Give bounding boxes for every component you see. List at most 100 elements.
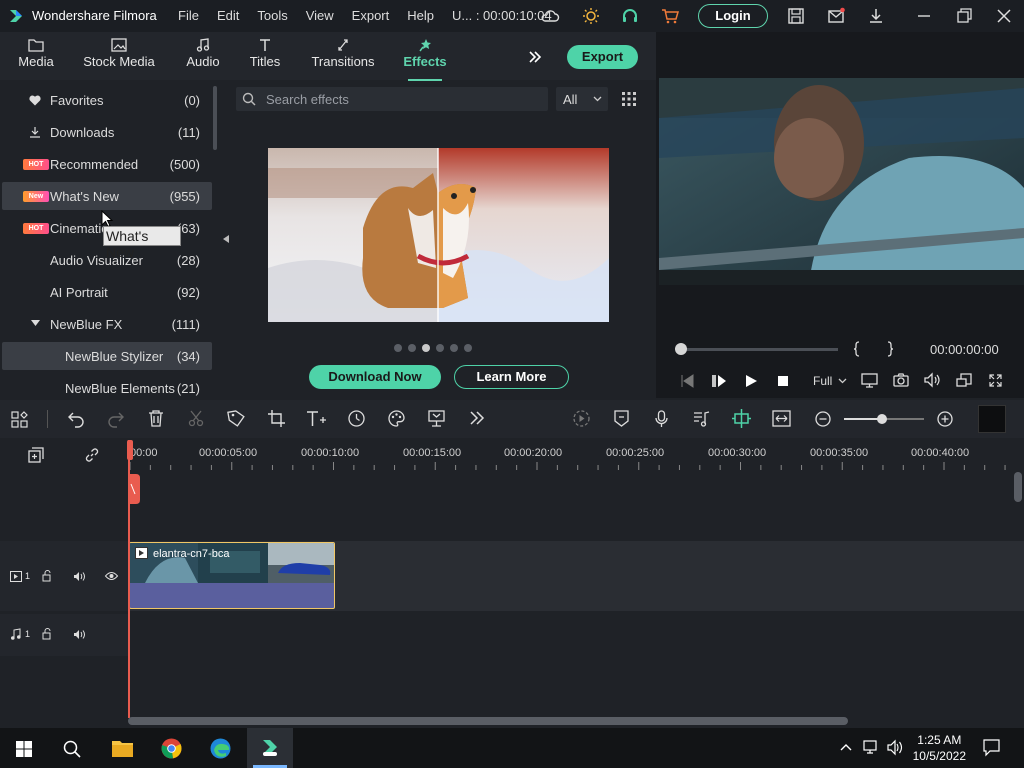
menu-file[interactable]: File — [178, 8, 199, 23]
mark-in-icon[interactable] — [853, 341, 861, 357]
marker-shield-icon[interactable] — [614, 410, 629, 427]
lock-icon[interactable] — [42, 570, 53, 582]
taskbar-filmora-active[interactable] — [247, 728, 293, 768]
speaker-icon[interactable] — [73, 629, 86, 640]
timeline-horizontal-scrollbar[interactable] — [128, 717, 848, 725]
sidebar-item-newblue-elements[interactable]: NewBlue Elements (21) — [2, 374, 212, 398]
tab-audio[interactable]: Audio — [182, 32, 224, 80]
quality-chevron-icon[interactable] — [838, 378, 847, 384]
menu-view[interactable]: View — [306, 8, 334, 23]
tab-media[interactable]: Media — [8, 32, 64, 80]
network-icon[interactable] — [863, 740, 880, 755]
menu-edit[interactable]: Edit — [217, 8, 239, 23]
step-back-icon[interactable] — [680, 374, 694, 388]
layout-icon[interactable] — [11, 411, 28, 428]
aspect-ratio-icon[interactable] — [956, 373, 972, 387]
menu-tools[interactable]: Tools — [257, 8, 287, 23]
file-explorer-icon[interactable] — [111, 739, 134, 758]
sidebar-item-ai-portrait[interactable]: AI Portrait (92) — [2, 278, 212, 306]
snap-magnet-icon[interactable] — [732, 409, 751, 428]
timeline-layout-toggle[interactable] — [978, 405, 1006, 433]
playhead-handle-icon[interactable] — [127, 440, 133, 460]
windows-start-icon[interactable] — [16, 741, 32, 757]
undo-icon[interactable] — [68, 411, 84, 428]
sidebar-item-recommended[interactable]: HOT Recommended (500) — [2, 150, 212, 178]
tab-titles[interactable]: Titles — [244, 32, 286, 80]
carousel-dot[interactable] — [450, 344, 458, 352]
tab-stock-media[interactable]: Stock Media — [82, 32, 156, 80]
search-taskbar-icon[interactable] — [63, 740, 81, 758]
tab-effects[interactable]: Effects — [400, 32, 450, 81]
color-palette-icon[interactable] — [388, 410, 405, 427]
link-icon[interactable] — [84, 447, 100, 463]
save-icon[interactable] — [786, 6, 806, 26]
add-text-icon[interactable] — [306, 410, 326, 428]
playback-scrubber-knob[interactable] — [675, 343, 687, 355]
eye-icon[interactable] — [104, 571, 119, 581]
notification-center-icon[interactable] — [983, 739, 1000, 757]
more-tools-icon[interactable] — [469, 411, 485, 425]
filter-dropdown[interactable]: All — [556, 87, 608, 111]
support-headset-icon[interactable] — [620, 6, 640, 26]
sidebar-item-whats-new[interactable]: New What's New (955) — [2, 182, 212, 210]
lock-icon[interactable] — [42, 628, 53, 640]
mark-out-icon[interactable] — [886, 341, 894, 357]
restore-icon[interactable] — [954, 6, 974, 26]
sidebar-item-newblue-stylizer[interactable]: NewBlue Stylizer (34) — [2, 342, 212, 370]
edge-icon[interactable] — [210, 738, 231, 759]
cut-scissors-icon[interactable] — [188, 410, 204, 427]
volume-icon[interactable] — [924, 372, 940, 388]
play-pause-icon[interactable] — [712, 375, 726, 387]
carousel-dot[interactable] — [408, 344, 416, 352]
stop-icon[interactable] — [778, 376, 788, 386]
export-button[interactable]: Export — [567, 45, 638, 69]
minimize-icon[interactable] — [914, 6, 934, 26]
caret-down-icon[interactable] — [31, 320, 40, 327]
quality-select[interactable]: Full — [813, 374, 832, 388]
timeline-ruler[interactable]: 00:00 00:00:05:00 00:00:10:00 00:00:15:0… — [128, 440, 1024, 470]
tag-icon[interactable] — [227, 410, 245, 427]
play-icon[interactable] — [745, 375, 757, 387]
snapshot-camera-icon[interactable] — [893, 373, 909, 387]
carousel-dot-active[interactable] — [422, 344, 430, 352]
download-now-button[interactable]: Download Now — [309, 365, 441, 389]
timeline-vertical-scrollbar[interactable] — [1014, 472, 1022, 502]
video-clip[interactable]: elantra-cn7-bca — [129, 542, 335, 609]
carousel-dot[interactable] — [464, 344, 472, 352]
menu-help[interactable]: Help — [407, 8, 434, 23]
render-icon[interactable] — [573, 410, 590, 427]
more-chevron-icon[interactable] — [528, 50, 542, 64]
download-update-icon[interactable] — [866, 6, 886, 26]
grid-view-icon[interactable] — [622, 92, 636, 106]
fullscreen-icon[interactable] — [989, 374, 1002, 387]
zoom-in-icon[interactable] — [937, 411, 953, 427]
fit-timeline-icon[interactable] — [772, 410, 791, 427]
zoom-out-icon[interactable] — [815, 411, 831, 427]
login-button[interactable]: Login — [698, 4, 768, 28]
playhead-marker-icon[interactable] — [128, 474, 140, 504]
collapse-panel-icon[interactable] — [223, 235, 229, 243]
add-track-icon[interactable] — [28, 447, 44, 463]
sidebar-item-newblue-fx[interactable]: NewBlue FX (111) — [2, 310, 212, 338]
render-preview-icon[interactable] — [861, 373, 878, 388]
cart-icon[interactable] — [660, 6, 680, 26]
speaker-icon[interactable] — [73, 571, 86, 582]
search-box[interactable] — [236, 87, 548, 111]
microphone-icon[interactable] — [655, 410, 668, 428]
cloud-icon[interactable] — [540, 6, 560, 26]
taskbar-volume-icon[interactable] — [887, 739, 903, 756]
sidebar-item-downloads[interactable]: Downloads (11) — [2, 118, 212, 146]
playback-progress-bar[interactable] — [676, 348, 838, 351]
taskbar-clock[interactable]: 1:25 AM 10/5/2022 — [913, 732, 966, 764]
close-icon[interactable] — [994, 6, 1014, 26]
menu-export[interactable]: Export — [352, 8, 390, 23]
redo-icon[interactable] — [108, 411, 124, 428]
sidebar-item-favorites[interactable]: Favorites (0) — [2, 86, 212, 114]
speed-icon[interactable] — [348, 410, 365, 427]
search-input[interactable] — [266, 90, 536, 108]
chrome-icon[interactable] — [161, 738, 182, 759]
carousel-dot[interactable] — [394, 344, 402, 352]
audio-mixer-icon[interactable] — [693, 410, 710, 427]
tab-transitions[interactable]: Transitions — [310, 32, 376, 80]
delete-trash-icon[interactable] — [148, 410, 164, 427]
